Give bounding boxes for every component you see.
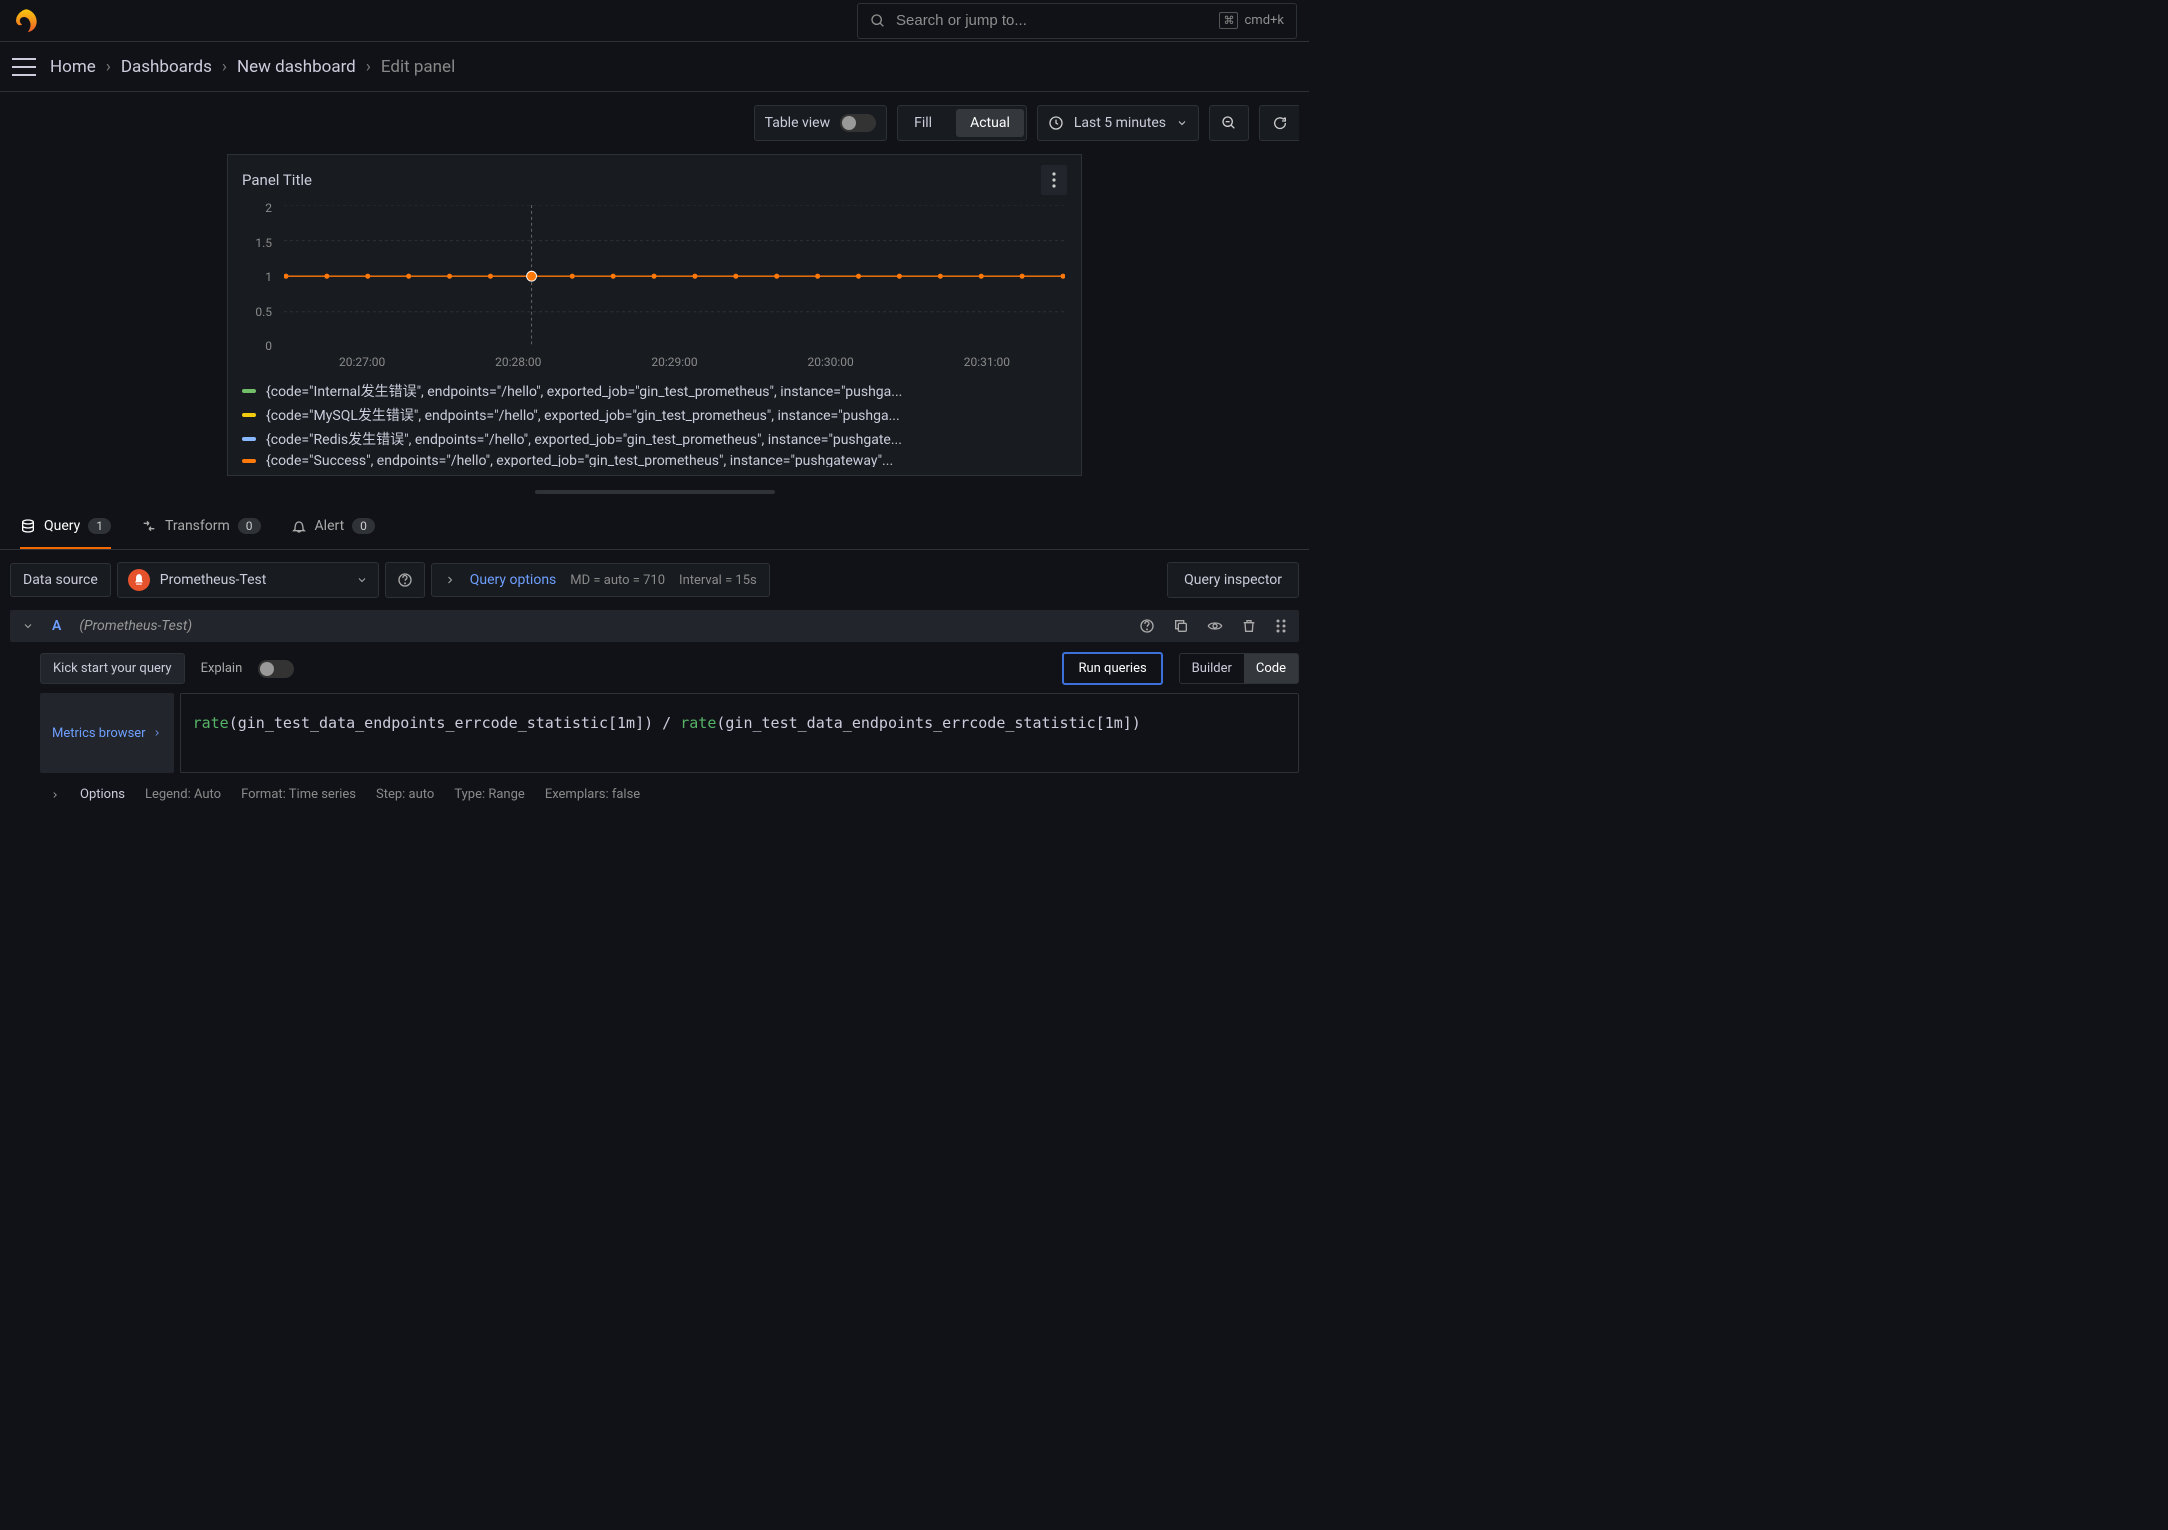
legend-item[interactable]: {code="Internal发生错误", endpoints="/hello"…	[242, 379, 1067, 403]
kick-start-button[interactable]: Kick start your query	[40, 653, 185, 684]
chevron-down-icon	[22, 620, 34, 632]
query-expression-input[interactable]: rate(gin_test_data_endpoints_errcode_sta…	[180, 693, 1299, 773]
trash-icon[interactable]	[1241, 618, 1257, 634]
breadcrumb-item[interactable]: Home	[50, 57, 96, 77]
tab-transform[interactable]: Transform 0	[141, 504, 261, 549]
legend-item[interactable]: {code="Success", endpoints="/hello", exp…	[242, 451, 1067, 467]
run-queries-button[interactable]: Run queries	[1062, 652, 1162, 685]
chevron-right-icon	[444, 574, 456, 586]
refresh-button[interactable]	[1259, 105, 1299, 141]
database-icon	[20, 518, 36, 534]
zoom-out-icon	[1221, 115, 1237, 131]
kbd-shortcut-hint: ⌘ cmd+k	[1219, 12, 1284, 29]
prometheus-icon	[128, 569, 150, 591]
clock-icon	[1048, 115, 1064, 131]
query-inspector-button[interactable]: Query inspector	[1167, 562, 1299, 598]
grafana-logo[interactable]	[12, 7, 40, 35]
toggle-switch[interactable]	[840, 114, 876, 132]
legend-item[interactable]: {code="MySQL发生错误", endpoints="/hello", e…	[242, 403, 1067, 427]
chevron-right-icon	[152, 728, 162, 738]
drag-handle-icon[interactable]	[1275, 618, 1287, 634]
chevron-right-icon	[50, 790, 60, 800]
fill-actual-segment: Fill Actual	[897, 105, 1027, 141]
query-options[interactable]: Query options MD = auto = 710 Interval =…	[431, 563, 770, 597]
table-view-toggle[interactable]: Table view	[754, 105, 888, 141]
resize-handle[interactable]	[535, 490, 775, 494]
legend-item[interactable]: {code="Redis发生错误", endpoints="/hello", e…	[242, 427, 1067, 451]
search-input[interactable]	[896, 12, 1209, 29]
bell-icon	[291, 518, 307, 534]
panel-menu-button[interactable]	[1041, 165, 1067, 195]
eye-icon[interactable]	[1207, 618, 1223, 634]
breadcrumb-item[interactable]: Dashboards	[121, 57, 212, 77]
kebab-icon	[1052, 172, 1056, 188]
copy-icon[interactable]	[1173, 618, 1189, 634]
zoom-out-button[interactable]	[1209, 105, 1249, 141]
explain-toggle[interactable]	[258, 660, 294, 678]
menu-toggle-icon[interactable]	[12, 58, 36, 76]
panel: Panel Title 21.510.50 20:27:0020:28:0020…	[227, 154, 1082, 476]
chevron-down-icon	[1176, 117, 1188, 129]
query-ds-name: (Prometheus-Test)	[79, 618, 192, 634]
help-icon[interactable]	[1139, 618, 1155, 634]
transform-icon	[141, 518, 157, 534]
query-row-header[interactable]: A (Prometheus-Test)	[10, 610, 1299, 642]
tab-query[interactable]: Query 1	[20, 504, 111, 549]
metrics-browser-button[interactable]: Metrics browser	[40, 693, 174, 773]
query-options-summary[interactable]: Options Legend: Auto Format: Time series…	[50, 787, 1299, 802]
legend-swatch	[242, 459, 256, 463]
editor-mode-toggle: Builder Code	[1179, 653, 1299, 684]
datasource-label: Data source	[10, 563, 111, 597]
fill-button[interactable]: Fill	[900, 109, 946, 137]
global-search[interactable]: ⌘ cmd+k	[857, 3, 1297, 39]
explain-label: Explain	[201, 661, 243, 676]
builder-mode-button[interactable]: Builder	[1180, 654, 1244, 683]
help-icon	[397, 572, 413, 588]
actual-button[interactable]: Actual	[956, 109, 1024, 137]
query-ref-id: A	[52, 618, 61, 634]
datasource-help-button[interactable]	[385, 562, 425, 598]
legend-swatch	[242, 413, 256, 417]
time-range-picker[interactable]: Last 5 minutes	[1037, 105, 1199, 141]
breadcrumb: Home › Dashboards › New dashboard › Edit…	[50, 57, 455, 77]
breadcrumb-item[interactable]: New dashboard	[237, 57, 356, 77]
chevron-down-icon	[356, 574, 368, 586]
legend-swatch	[242, 437, 256, 441]
tab-alert[interactable]: Alert 0	[291, 504, 375, 549]
breadcrumb-current: Edit panel	[381, 57, 455, 77]
chart-canvas[interactable]: 21.510.50 20:27:0020:28:0020:29:0020:30:…	[242, 201, 1067, 371]
code-mode-button[interactable]: Code	[1244, 654, 1298, 683]
panel-title: Panel Title	[242, 171, 312, 189]
chart-legend: {code="Internal发生错误", endpoints="/hello"…	[242, 379, 1067, 467]
search-icon	[870, 13, 886, 29]
datasource-picker[interactable]: Prometheus-Test	[117, 562, 379, 598]
refresh-icon	[1272, 115, 1288, 131]
legend-swatch	[242, 389, 256, 393]
